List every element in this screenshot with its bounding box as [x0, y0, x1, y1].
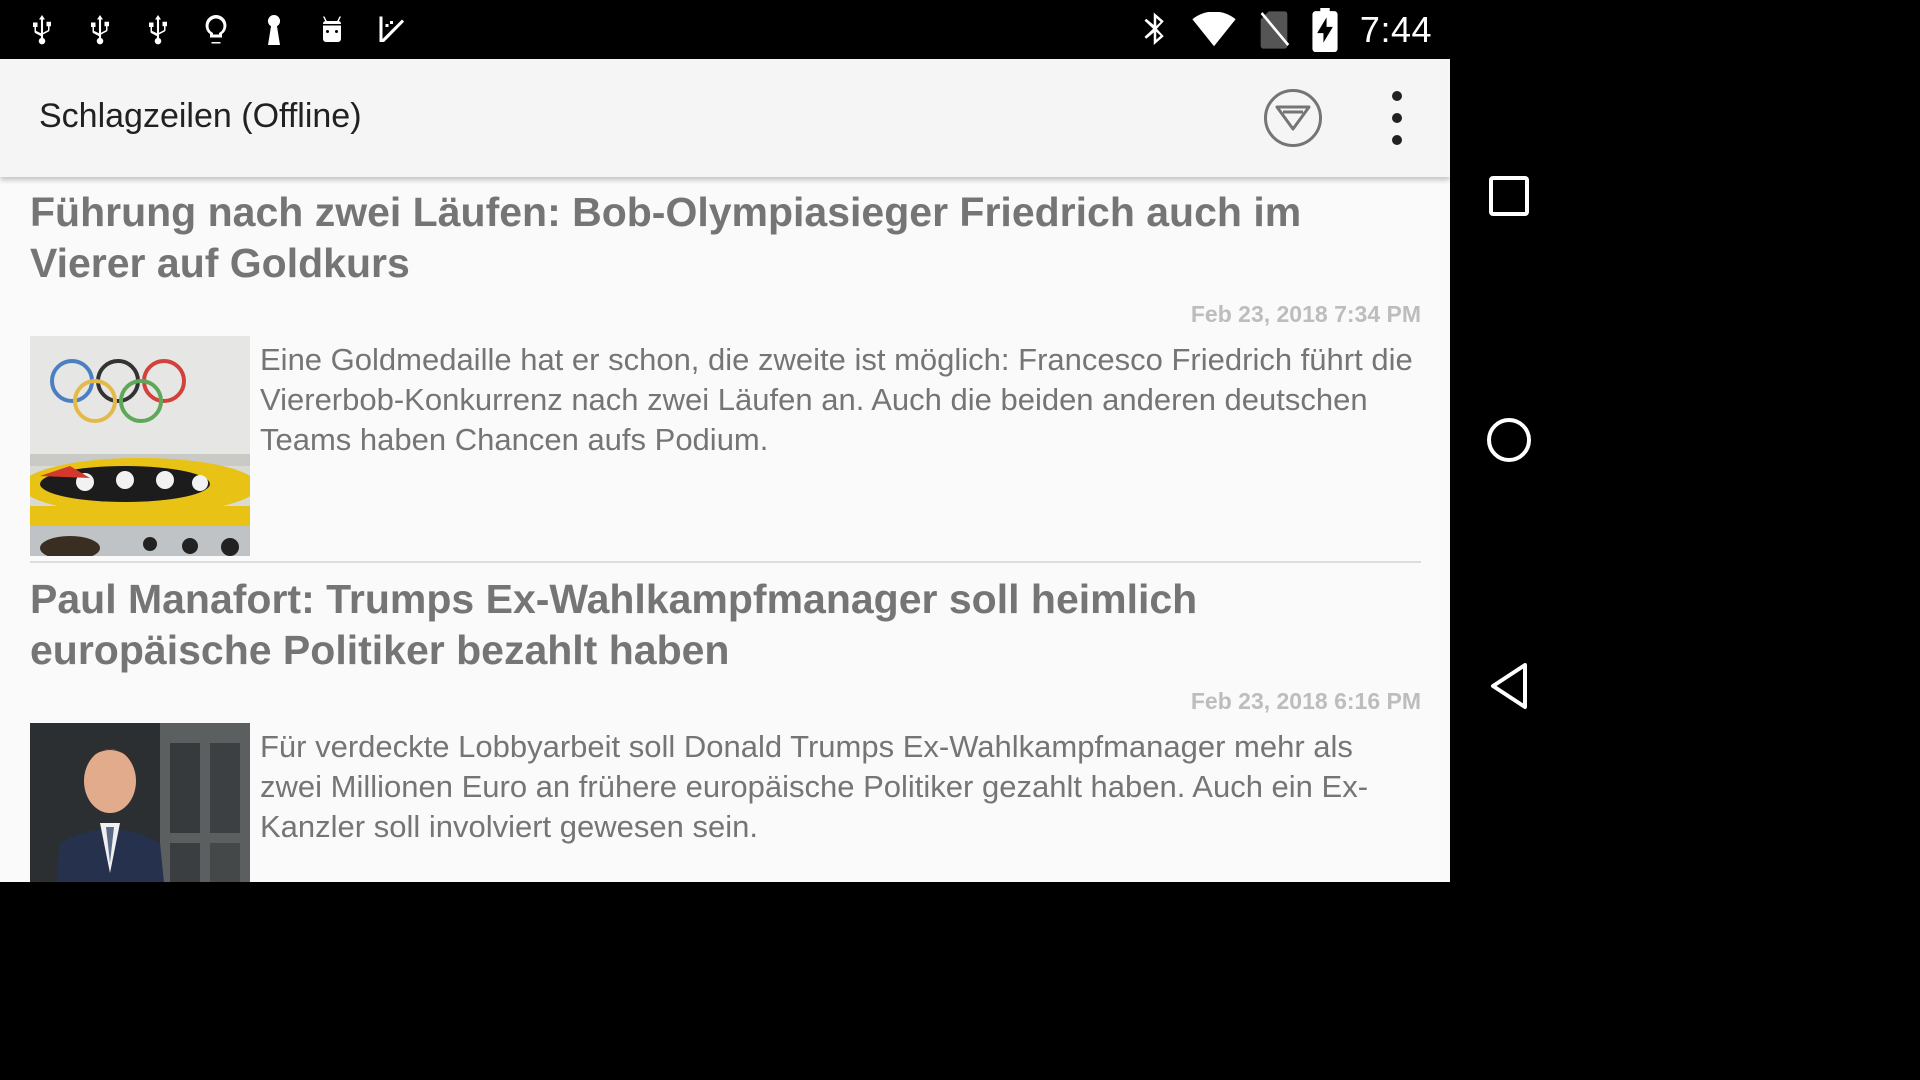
home-icon	[1487, 418, 1531, 462]
home-button[interactable]	[1484, 415, 1534, 465]
back-icon	[1491, 663, 1527, 709]
list-divider	[30, 561, 1421, 563]
keyhole-icon	[256, 10, 292, 50]
article-headline[interactable]: Paul Manafort: Trumps Ex-Wahlkampfmanage…	[30, 574, 1421, 676]
article-headline[interactable]: Führung nach zwei Läufen: Bob-Olympiasie…	[30, 187, 1421, 289]
android-icon	[314, 10, 350, 50]
headline-list[interactable]: Führung nach zwei Läufen: Bob-Olympiasie…	[0, 177, 1450, 882]
article-summary: Eine Goldmedaille hat er schon, die zwei…	[260, 342, 1413, 457]
bluetooth-icon	[1144, 12, 1164, 45]
notification-icons	[24, 8, 408, 52]
usb-icon	[24, 10, 60, 50]
more-vert-icon-dot	[1392, 113, 1402, 123]
app-title: Schlagzeilen (Offline)	[39, 97, 362, 135]
filter-button[interactable]	[1264, 89, 1322, 147]
back-button[interactable]	[1484, 661, 1534, 711]
battery-charging-icon	[1312, 8, 1338, 52]
more-options-button[interactable]	[1378, 91, 1416, 145]
status-bar: 7:44	[0, 0, 1450, 59]
article-timestamp: Feb 23, 2018 6:16 PM	[1190, 688, 1421, 714]
checklist-icon	[372, 10, 408, 50]
recents-icon	[1489, 176, 1529, 216]
article-timestamp: Feb 23, 2018 7:34 PM	[1190, 301, 1421, 327]
usb-icon	[140, 10, 176, 50]
app-bar: Schlagzeilen (Offline)	[0, 59, 1450, 177]
recents-button[interactable]	[1484, 171, 1534, 221]
navigation-bar	[1450, 0, 1568, 882]
more-vert-icon-dot	[1392, 135, 1402, 145]
more-vert-icon	[1392, 91, 1402, 101]
usb-icon	[82, 10, 118, 50]
article-thumbnail[interactable]	[30, 336, 250, 556]
status-clock: 7:44	[1359, 9, 1432, 50]
android-screen: 7:44 Schlagzeilen (Offline) Führung nach…	[0, 0, 1568, 882]
list-item[interactable]: Führung nach zwei Läufen: Bob-Olympiasie…	[30, 187, 1421, 556]
man-in-suit-photo	[30, 723, 250, 882]
filter-icon	[1275, 105, 1311, 131]
bobsled-photo	[30, 336, 250, 556]
article-summary: Für verdeckte Lobbyarbeit soll Donald Tr…	[260, 729, 1369, 844]
article-thumbnail[interactable]	[30, 723, 250, 882]
lightbulb-icon	[198, 10, 234, 50]
no-sim-icon	[1260, 11, 1290, 49]
wifi-icon	[1192, 12, 1236, 47]
system-icons: 7:44	[1140, 6, 1432, 54]
list-item[interactable]: Paul Manafort: Trumps Ex-Wahlkampfmanage…	[30, 574, 1421, 882]
